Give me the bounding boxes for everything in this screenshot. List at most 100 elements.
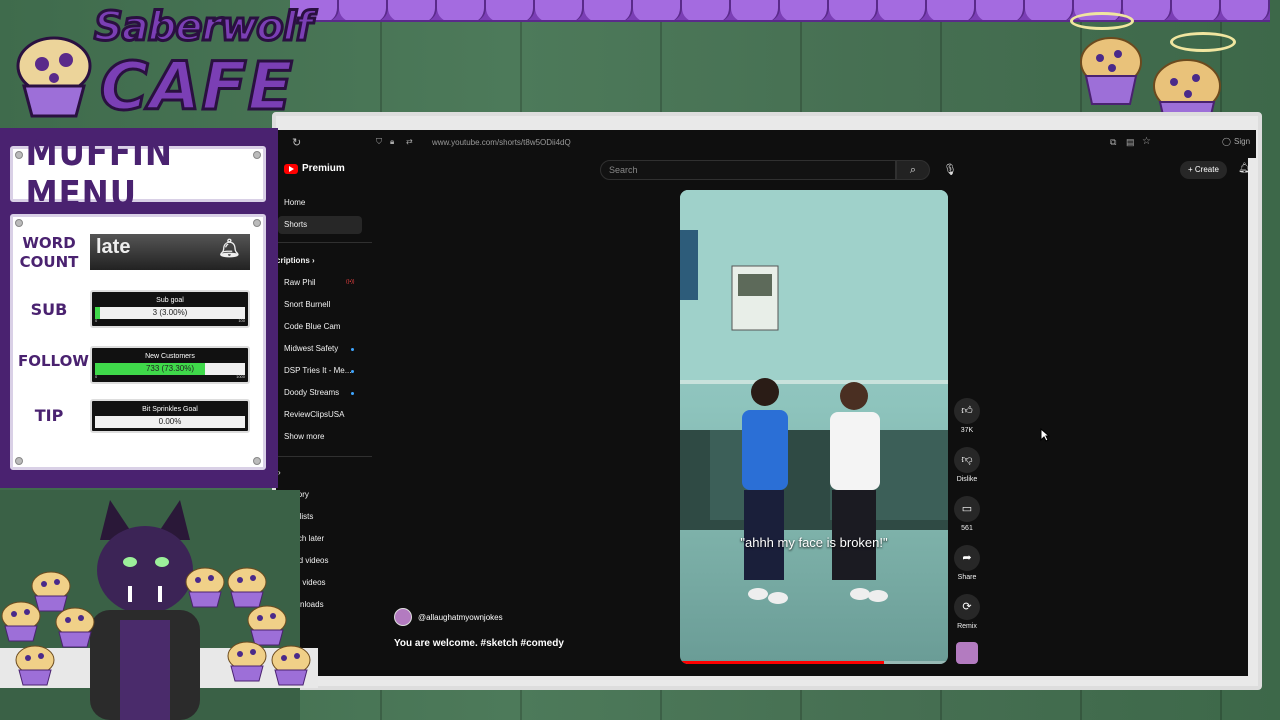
search-input[interactable]: Search [600,160,896,180]
notifications-bell-icon[interactable]: 🔔︎ [1238,163,1248,174]
mouse-cursor-icon [1040,428,1050,442]
address-bar[interactable]: www.youtube.com/shorts/t8w5ODii4dQ [432,138,571,147]
comment-count: 561 [961,525,973,532]
microphone-icon: 🎙︎ [943,164,957,176]
video-caption: "ahhh my face is broken!" [740,535,888,550]
tip-label: TIP [34,406,64,425]
goal-max: 100 [238,318,245,323]
muffin-icon [1078,36,1144,111]
follow-label: FOLLOW [18,352,89,370]
shield-icon[interactable]: ⛉ [376,137,382,147]
sub-goal-widget: Sub goal 3 (3.00%) 0 100 [90,290,250,328]
channel-info[interactable]: @allaughatmyownjokes [394,608,503,626]
muffin-icon [270,644,312,691]
thumbs-down-icon: 👎︎ [954,447,980,473]
muffin-icon [184,566,226,613]
youtube-play-icon [284,163,298,174]
word-count-label: WORD COUNT [19,234,79,271]
word-count-text: late [96,236,131,258]
menu-title: MUFFIN MENU [25,133,173,215]
site-settings-icon[interactable]: ⇄ [406,137,413,146]
sidebar-channel[interactable]: Code Blue Cam [284,322,340,331]
muffin-logo-icon [16,36,92,118]
goal-max: 1000 [236,374,245,379]
sign-in-link[interactable]: Sign [1234,137,1250,146]
live-indicator-icon: ((•)) [346,279,355,285]
sidebar-channel[interactable]: Raw Phil [284,278,316,287]
nail-icon [15,219,23,227]
remix-button[interactable]: ⟳ Remix [952,594,982,630]
like-count: 37K [960,427,974,434]
channel-handle[interactable]: @allaughatmyownjokes [418,613,503,622]
sidebar-divider [276,242,372,243]
sidebar-channel[interactable]: ReviewClipsUSA [284,410,344,419]
pip-icon[interactable]: ⧉ [1110,137,1116,148]
goal-title: Bit Sprinkles Goal [142,406,198,413]
video-frame [680,190,948,604]
goal-title: Sub goal [156,297,184,304]
sub-label: SUB [30,300,68,319]
cafe-logo: Saberwolf CAFE [8,0,314,132]
video-progress-fill [680,661,884,664]
halo-icon [1170,32,1236,52]
sidebar-item-home[interactable]: Home [284,198,305,207]
youtube-page: Premium Search ⌕ 🎙︎ + Create 🔔︎ Home Sho… [276,158,1248,676]
plus-icon: + [1188,165,1195,174]
search-placeholder: Search [609,165,638,175]
sound-thumbnail[interactable] [956,642,978,664]
sidebar-channel[interactable]: DSP Tries It - Me... [284,366,351,375]
like-button[interactable]: 👍︎ 37K [952,398,982,434]
nail-icon [253,457,261,465]
sidebar-item-shorts[interactable]: Shorts [278,216,362,234]
logo-title: Saberwolf [93,3,315,52]
dislike-label: Dislike [956,476,978,483]
short-video-player[interactable]: "ahhh my face is broken!" [680,190,948,664]
sidebar-show-more[interactable]: Show more [284,432,324,441]
short-description: You are welcome. #sketch #comedy [394,638,564,649]
sidebar-channel[interactable]: Doody Streams [284,388,339,397]
share-icon: ➦ [954,545,980,571]
youtube-logo[interactable]: Premium [284,163,345,174]
dislike-button[interactable]: 👎︎ Dislike [952,447,982,483]
sidebar-item-subscriptions[interactable]: criptions › [276,256,315,265]
share-button[interactable]: ➦ Share [952,545,982,581]
goal-value: 0.00% [158,417,182,426]
sidebar-divider [276,456,372,457]
create-label: Create [1194,165,1219,174]
chevron-right-icon[interactable]: › [278,468,281,477]
new-content-dot [351,370,354,373]
create-button[interactable]: + Create [1180,161,1227,179]
word-count-widget: late 🔔︎ [90,234,250,270]
lock-icon[interactable]: 🔒︎ [390,137,394,147]
share-label: Share [957,574,977,581]
thumbs-up-icon: 👍︎ [954,398,980,424]
logo-subtitle: CAFE [99,47,295,127]
muffin-icon [0,600,42,647]
sidebar-channel[interactable]: Midwest Safety [284,344,338,353]
sidebar-channel[interactable]: Snort Burnell [284,300,330,309]
search-button[interactable]: ⌕ [896,160,930,180]
nail-icon [15,457,23,465]
muffin-icon [54,606,96,653]
bell-icon: 🔔︎ [218,238,241,258]
video-progress-bar[interactable] [680,661,948,664]
reader-icon[interactable]: ▤ [1126,137,1135,148]
account-icon[interactable]: ◯ [1222,137,1231,146]
goal-title: New Customers [145,353,195,360]
reload-icon[interactable]: ↻ [292,136,301,149]
remix-label: Remix [957,623,977,630]
bookmark-star-icon[interactable]: ☆ [1142,136,1151,147]
nail-icon [15,151,23,159]
follow-goal-widget: New Customers 733 (73.30%) 0 1000 [90,346,250,384]
remix-icon: ⟳ [954,594,980,620]
browser-toolbar: ↻ ⛉ 🔒︎ ⇄ www.youtube.com/shorts/t8w5ODii… [276,130,1256,158]
search-icon: ⌕ [909,164,917,176]
avatar[interactable] [394,608,412,626]
tip-goal-widget: Bit Sprinkles Goal 0.00% [90,399,250,433]
muffin-menu-header: MUFFIN MENU [10,133,266,215]
voice-search-button[interactable]: 🎙︎ [940,160,960,180]
nail-icon [253,151,261,159]
new-content-dot [351,348,354,351]
comments-button[interactable]: ▭ 561 [952,496,982,532]
chevron-right-icon: › [312,256,315,265]
